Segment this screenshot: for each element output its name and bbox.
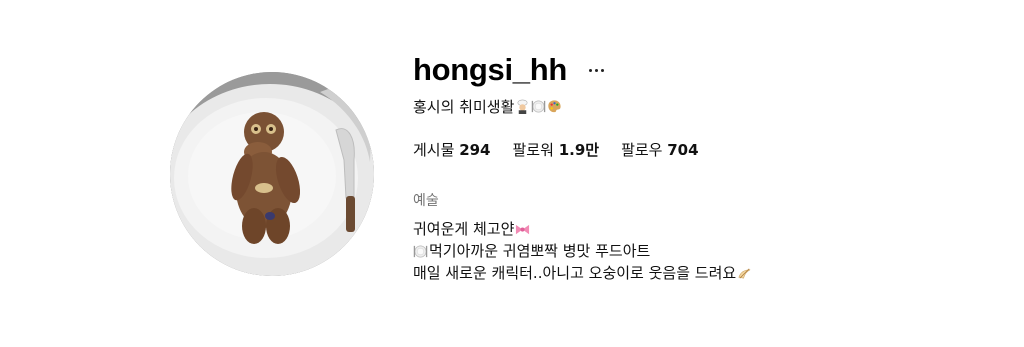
bio-line-3-text: 매일 새로운 캐릭터..아니고 오숭이로 웃음을 드려요	[413, 264, 737, 282]
bio-line-2-text: 먹기아까운 귀염뽀짝 병맛 푸드아트	[429, 242, 651, 260]
username: hongsi_hh	[413, 52, 568, 87]
profile-avatar[interactable]	[170, 72, 374, 276]
avatar-photo	[170, 72, 374, 276]
followers-label: 팔로워	[512, 141, 554, 159]
bio-line-2: 먹기아까운 귀염뽀짝 병맛 푸드아트	[413, 240, 752, 262]
full-name: 홍시의 취미생활	[413, 96, 562, 117]
bio-line-1: 귀여운게 체고얀	[413, 218, 752, 240]
palette-emoji-icon	[548, 100, 561, 113]
username-row: hongsi_hh	[413, 50, 607, 90]
following-label: 팔로우	[621, 141, 663, 159]
followers-stat[interactable]: 팔로워 1.9만	[513, 139, 600, 160]
bio-line-3: 매일 새로운 캐릭터..아니고 오숭이로 웃음을 드려요	[413, 262, 752, 284]
chef-emoji-icon	[517, 99, 528, 114]
profile-stats: 게시물 294 팔로워 1.9만 팔로우 704	[413, 139, 721, 160]
profile-category: 예술	[413, 193, 439, 209]
ribbon-emoji-icon	[516, 224, 530, 234]
following-count: 704	[667, 141, 699, 159]
plate-cutlery-emoji-icon	[532, 100, 546, 113]
profile-info: hongsi_hh 홍시의 취미생활 게시물 294 팔로워 1.9만 팔로우 …	[413, 0, 1013, 347]
posts-stat[interactable]: 게시물 294	[413, 139, 491, 160]
more-options-icon[interactable]	[585, 58, 607, 82]
followers-count: 1.9만	[558, 141, 600, 159]
bio-line-1-text: 귀여운게 체고얀	[413, 220, 515, 238]
plate-cutlery-emoji-icon	[413, 245, 428, 257]
posts-label: 게시물	[413, 141, 455, 159]
full-name-text: 홍시의 취미생활	[413, 98, 515, 116]
posts-count: 294	[459, 141, 491, 159]
bow-pointing-emoji-icon	[738, 268, 751, 279]
following-stat[interactable]: 팔로우 704	[621, 139, 699, 160]
profile-bio: 귀여운게 체고얀 먹기아까운 귀염뽀짝 병맛 푸드아트 매일 새로운 캐릭터..…	[413, 218, 752, 284]
